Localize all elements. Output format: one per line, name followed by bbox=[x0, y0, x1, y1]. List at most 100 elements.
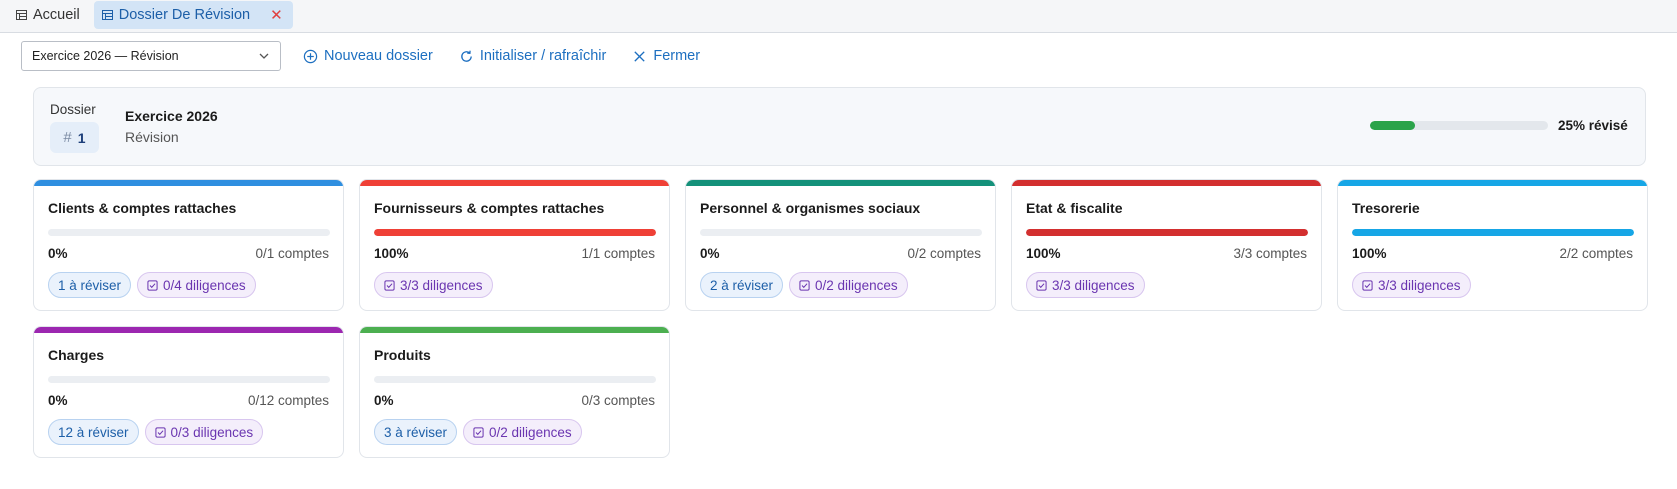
to-review-label: 3 à réviser bbox=[384, 424, 448, 440]
diligences-label: 0/3 diligences bbox=[170, 424, 254, 440]
refresh-label: Initialiser / rafraîchir bbox=[479, 48, 607, 64]
card-account-count: 0/12 comptes bbox=[247, 393, 329, 408]
exercise-select[interactable]: Exercice 2026 — Révision bbox=[21, 41, 281, 71]
to-review-chip[interactable]: 12 à réviser bbox=[48, 419, 139, 445]
dossier-subtitle: Révision bbox=[125, 129, 179, 145]
card-title: Etat & fiscalite bbox=[1026, 200, 1123, 216]
card-chips: 12 à réviser 0/3 diligences bbox=[48, 419, 264, 445]
overall-progress-bar bbox=[1370, 121, 1548, 130]
card-account-count: 2/2 comptes bbox=[1559, 246, 1633, 261]
dossier-header: Dossier # 1 Exercice 2026 Révision 25% r… bbox=[33, 87, 1646, 166]
card-percent: 100% bbox=[1352, 246, 1387, 261]
diligences-label: 0/2 diligences bbox=[815, 277, 898, 293]
tab-bar: Accueil Dossier De Révision ✕ bbox=[0, 0, 1677, 33]
card-title: Charges bbox=[48, 347, 105, 363]
tab-label: Accueil bbox=[33, 7, 80, 23]
to-review-label: 2 à réviser bbox=[710, 277, 774, 293]
close-tab-icon[interactable]: ✕ bbox=[270, 8, 283, 23]
card-progress-bar bbox=[1026, 229, 1308, 236]
card-progress-bar bbox=[48, 229, 330, 236]
new-dossier-button[interactable]: Nouveau dossier bbox=[299, 48, 437, 64]
card-title: Tresorerie bbox=[1352, 200, 1420, 216]
card-account-count: 3/3 comptes bbox=[1233, 246, 1307, 261]
card-color-bar bbox=[686, 180, 995, 186]
to-review-label: 12 à réviser bbox=[58, 424, 129, 440]
card-percent: 0% bbox=[48, 393, 68, 408]
diligences-chip[interactable]: 3/3 diligences bbox=[374, 272, 493, 298]
diligences-label: 0/2 diligences bbox=[489, 424, 572, 440]
overall-progress-fill bbox=[1370, 121, 1415, 130]
checkbox-icon bbox=[154, 426, 166, 438]
card-chips: 2 à réviser 0/2 diligences bbox=[700, 272, 908, 298]
diligences-chip[interactable]: 0/2 diligences bbox=[789, 272, 908, 298]
card-color-bar bbox=[1338, 180, 1647, 186]
cycle-card[interactable]: Personnel & organismes sociaux 0% 0/2 co… bbox=[685, 179, 996, 311]
cycle-card[interactable]: Produits 0% 0/3 comptes 3 à réviser 0/2 … bbox=[359, 326, 670, 458]
card-chips: 3/3 diligences bbox=[374, 272, 493, 298]
card-color-bar bbox=[34, 327, 343, 333]
hash-icon: # bbox=[63, 129, 72, 146]
cycle-cards-grid: Clients & comptes rattaches 0% 0/1 compt… bbox=[33, 179, 1648, 458]
plus-circle-icon bbox=[303, 49, 318, 63]
card-color-bar bbox=[360, 327, 669, 333]
card-percent: 0% bbox=[374, 393, 394, 408]
card-title: Produits bbox=[374, 347, 431, 363]
card-progress-bar bbox=[1352, 229, 1634, 236]
card-chips: 1 à réviser 0/4 diligences bbox=[48, 272, 256, 298]
diligences-chip[interactable]: 0/2 diligences bbox=[463, 419, 582, 445]
card-chips: 3 à réviser 0/2 diligences bbox=[374, 419, 582, 445]
checkbox-icon bbox=[1036, 279, 1047, 291]
card-progress-fill bbox=[1026, 229, 1308, 236]
card-percent: 100% bbox=[1026, 246, 1061, 261]
tab-accueil[interactable]: Accueil bbox=[8, 1, 88, 29]
diligences-chip[interactable]: 0/3 diligences bbox=[144, 419, 264, 445]
refresh-button[interactable]: Initialiser / rafraîchir bbox=[455, 48, 611, 64]
cycle-card[interactable]: Fournisseurs & comptes rattaches 100% 1/… bbox=[359, 179, 670, 311]
card-percent: 0% bbox=[48, 246, 68, 261]
to-review-label: 1 à réviser bbox=[58, 277, 122, 293]
chevron-down-icon bbox=[259, 53, 269, 59]
close-label: Fermer bbox=[653, 48, 701, 64]
dossier-number: 1 bbox=[77, 129, 86, 146]
card-color-bar bbox=[34, 180, 343, 186]
tab-label: Dossier De Révision bbox=[118, 7, 251, 23]
card-percent: 100% bbox=[374, 246, 409, 261]
diligences-label: 3/3 diligences bbox=[1052, 277, 1135, 293]
card-chips: 3/3 diligences bbox=[1352, 272, 1471, 298]
new-dossier-label: Nouveau dossier bbox=[324, 48, 433, 64]
card-progress-bar bbox=[374, 229, 656, 236]
to-review-chip[interactable]: 2 à réviser bbox=[700, 272, 784, 298]
dossier-title: Exercice 2026 bbox=[125, 108, 218, 124]
card-progress-fill bbox=[1352, 229, 1634, 236]
cycle-card[interactable]: Clients & comptes rattaches 0% 0/1 compt… bbox=[33, 179, 344, 311]
card-title: Clients & comptes rattaches bbox=[48, 200, 237, 216]
cycle-card[interactable]: Etat & fiscalite 100% 3/3 comptes 3/3 di… bbox=[1011, 179, 1322, 311]
to-review-chip[interactable]: 1 à réviser bbox=[48, 272, 132, 298]
table-icon bbox=[16, 10, 27, 20]
card-title: Personnel & organismes sociaux bbox=[700, 200, 921, 216]
diligences-chip[interactable]: 3/3 diligences bbox=[1026, 272, 1145, 298]
diligences-label: 3/3 diligences bbox=[1378, 277, 1461, 293]
cycle-card[interactable]: Charges 0% 0/12 comptes 12 à réviser 0/3… bbox=[33, 326, 344, 458]
card-account-count: 0/2 comptes bbox=[907, 246, 981, 261]
tab-dossier-de-revision[interactable]: Dossier De Révision ✕ bbox=[93, 1, 293, 29]
checkbox-icon bbox=[147, 279, 158, 291]
card-account-count: 1/1 comptes bbox=[581, 246, 655, 261]
card-progress-bar bbox=[48, 376, 330, 383]
card-title: Fournisseurs & comptes rattaches bbox=[374, 200, 605, 216]
cycle-card[interactable]: Tresorerie 100% 2/2 comptes 3/3 diligenc… bbox=[1337, 179, 1648, 311]
dossier-number-badge: # 1 bbox=[50, 122, 99, 153]
checkbox-icon bbox=[473, 426, 484, 438]
card-color-bar bbox=[360, 180, 669, 186]
overall-progress-label: 25% révisé bbox=[1558, 118, 1628, 133]
checkbox-icon bbox=[1362, 279, 1373, 291]
diligences-label: 3/3 diligences bbox=[400, 277, 483, 293]
refresh-icon bbox=[461, 50, 472, 62]
to-review-chip[interactable]: 3 à réviser bbox=[374, 419, 458, 445]
close-button[interactable]: Fermer bbox=[628, 48, 704, 64]
diligences-chip[interactable]: 0/4 diligences bbox=[137, 272, 256, 298]
diligences-chip[interactable]: 3/3 diligences bbox=[1352, 272, 1471, 298]
card-percent: 0% bbox=[700, 246, 720, 261]
card-progress-fill bbox=[374, 229, 656, 236]
card-chips: 3/3 diligences bbox=[1026, 272, 1145, 298]
